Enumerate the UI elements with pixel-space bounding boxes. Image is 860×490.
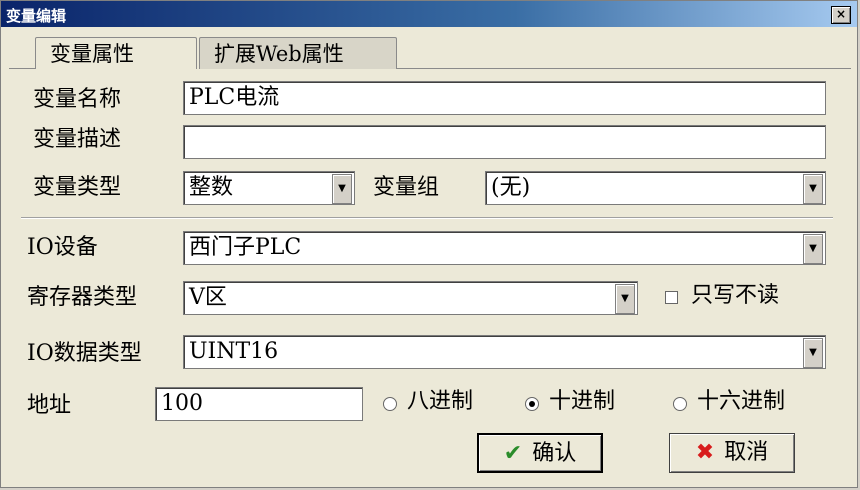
chevron-down-icon[interactable]: ▼ [803,174,823,204]
radix-decimal-label: 十进制 [549,389,616,414]
var-name-label: 变量名称 [33,87,122,112]
var-desc-label: 变量描述 [33,127,122,152]
write-only-checkbox[interactable] [665,291,678,304]
io-data-type-select[interactable]: UINT16 ▼ [183,335,826,369]
address-label: 地址 [27,393,72,418]
var-group-value: (无) [491,175,531,200]
radix-octal-radio[interactable] [383,397,397,411]
variable-edit-dialog: 变量编辑 × 变量属性 扩展Web属性 变量名称 PLC电流 变量描述 变量类型… [0,0,858,488]
var-group-select[interactable]: (无) ▼ [485,171,826,205]
radix-decimal-radio[interactable] [525,397,539,411]
var-name-input[interactable]: PLC电流 [183,81,826,115]
radix-octal-label: 八进制 [407,389,474,414]
tab-extended-web-properties[interactable]: 扩展Web属性 [199,37,397,69]
write-only-label: 只写不读 [691,283,780,308]
address-input[interactable]: 100 [155,387,363,421]
var-desc-input[interactable] [183,125,826,159]
section-divider [21,217,833,219]
radix-hex-label: 十六进制 [697,389,786,414]
chevron-down-icon[interactable]: ▼ [615,284,635,314]
cancel-button-label: 取消 [724,440,769,465]
tab-panel-border [397,68,851,69]
cross-icon: ✖ [695,440,715,465]
register-type-label: 寄存器类型 [27,285,138,310]
var-type-value: 整数 [189,175,234,200]
register-type-value: V区 [189,285,227,310]
register-type-select[interactable]: V区 ▼ [183,281,638,315]
tab-variable-properties[interactable]: 变量属性 [35,37,197,69]
io-device-label: IO设备 [27,235,98,260]
chevron-down-icon[interactable]: ▼ [803,234,823,264]
radix-hex-radio[interactable] [673,397,687,411]
io-device-value: 西门子PLC [189,235,302,260]
tab-label: 扩展Web属性 [214,42,344,66]
io-data-type-label: IO数据类型 [27,341,142,366]
close-button[interactable]: × [831,6,851,24]
var-type-label: 变量类型 [33,175,122,200]
tab-panel-border [9,68,35,69]
cancel-button[interactable]: ✖ 取消 [669,433,795,473]
chevron-down-icon[interactable]: ▼ [803,338,823,368]
ok-button-label: 确认 [532,441,577,466]
tab-label: 变量属性 [50,42,134,66]
io-device-select[interactable]: 西门子PLC ▼ [183,231,826,265]
close-icon: × [835,7,847,21]
title-bar[interactable]: 变量编辑 × [1,1,857,27]
var-type-select[interactable]: 整数 ▼ [183,171,355,205]
check-icon: ✔ [503,441,523,466]
window-title: 变量编辑 [6,7,67,25]
ok-button[interactable]: ✔ 确认 [477,433,603,473]
chevron-down-icon[interactable]: ▼ [332,174,352,204]
io-data-type-value: UINT16 [189,339,279,364]
var-group-label: 变量组 [373,175,440,200]
